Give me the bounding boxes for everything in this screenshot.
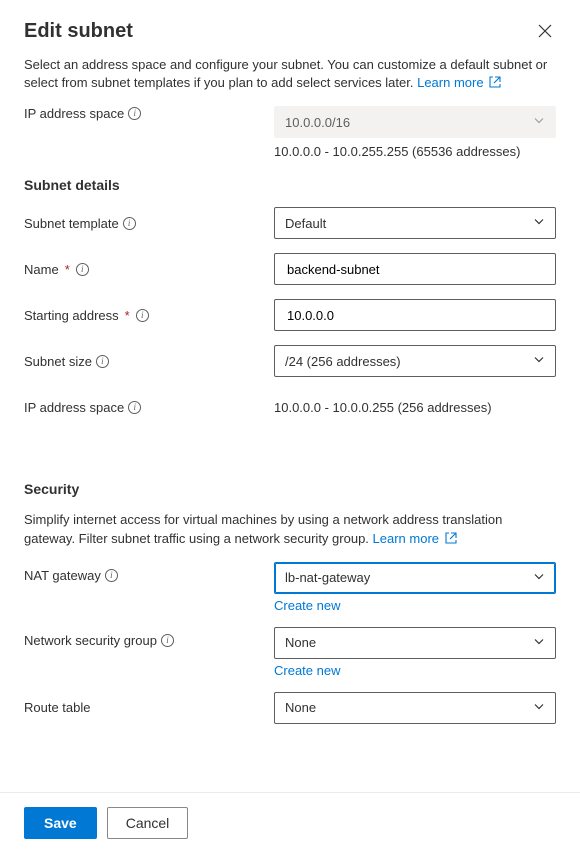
external-link-icon	[445, 532, 457, 544]
subnet-size-label: Subnet size	[24, 354, 92, 369]
starting-address-label: Starting address	[24, 308, 119, 323]
route-table-label: Route table	[24, 700, 91, 715]
page-title: Edit subnet	[24, 20, 133, 43]
security-heading: Security	[24, 481, 556, 497]
footer: Save Cancel	[0, 792, 580, 853]
description: Select an address space and configure yo…	[24, 56, 556, 92]
edit-subnet-pane: Edit subnet Select an address space and …	[0, 0, 580, 853]
nsg-create-link[interactable]: Create new	[274, 663, 340, 678]
ip-range-text: 10.0.0.0 - 10.0.255.255 (65536 addresses…	[274, 144, 556, 159]
info-icon[interactable]: i	[76, 263, 89, 276]
chevron-down-icon	[533, 570, 545, 585]
chevron-down-icon	[533, 700, 545, 715]
subnet-size-select[interactable]: /24 (256 addresses)	[274, 345, 556, 377]
name-field-wrapper	[274, 253, 556, 285]
nat-gateway-create-link[interactable]: Create new	[274, 598, 340, 613]
subnet-ip-space-value: 10.0.0.0 - 10.0.0.255 (256 addresses)	[274, 400, 556, 415]
starting-address-field-wrapper	[274, 299, 556, 331]
close-button[interactable]	[534, 20, 556, 44]
nat-gateway-select[interactable]: lb-nat-gateway	[274, 562, 556, 594]
nsg-label: Network security group	[24, 633, 157, 648]
info-icon[interactable]: i	[105, 569, 118, 582]
chevron-down-icon	[533, 354, 545, 369]
name-label: Name	[24, 262, 59, 277]
name-input[interactable]	[285, 254, 525, 284]
security-learn-more-link[interactable]: Learn more	[373, 531, 457, 546]
chevron-down-icon	[533, 115, 545, 130]
subnet-template-select[interactable]: Default	[274, 207, 556, 239]
chevron-down-icon	[533, 635, 545, 650]
starting-address-input[interactable]	[285, 300, 525, 330]
nat-gateway-label: NAT gateway	[24, 568, 101, 583]
subnet-template-label: Subnet template	[24, 216, 119, 231]
info-icon[interactable]: i	[128, 107, 141, 120]
close-icon	[538, 24, 552, 38]
security-description: Simplify internet access for virtual mac…	[24, 511, 556, 547]
info-icon[interactable]: i	[161, 634, 174, 647]
ip-address-space-label: IP address space	[24, 106, 124, 121]
cancel-button[interactable]: Cancel	[107, 807, 189, 839]
save-button[interactable]: Save	[24, 807, 97, 839]
chevron-down-icon	[533, 216, 545, 231]
subnet-details-heading: Subnet details	[24, 177, 556, 193]
external-link-icon	[489, 76, 501, 88]
nsg-select[interactable]: None	[274, 627, 556, 659]
info-icon[interactable]: i	[136, 309, 149, 322]
learn-more-link[interactable]: Learn more	[417, 75, 501, 90]
subnet-ip-space-label: IP address space	[24, 400, 124, 415]
info-icon[interactable]: i	[128, 401, 141, 414]
ip-address-space-select: 10.0.0.0/16	[274, 106, 556, 138]
route-table-select[interactable]: None	[274, 692, 556, 724]
info-icon[interactable]: i	[123, 217, 136, 230]
info-icon[interactable]: i	[96, 355, 109, 368]
